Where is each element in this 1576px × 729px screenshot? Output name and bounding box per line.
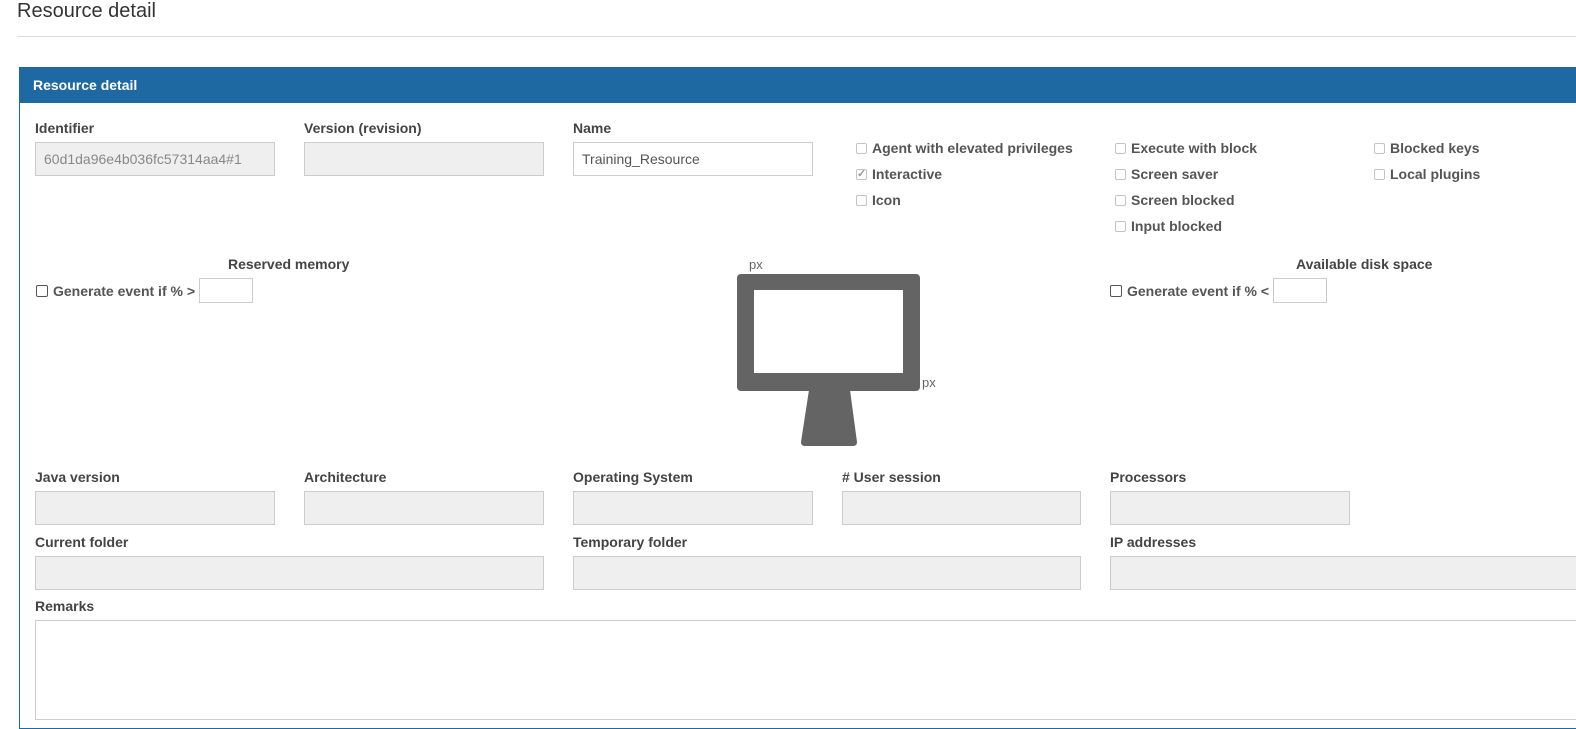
page-title: Resource detail (17, 0, 156, 22)
user-session-label: # User session (842, 469, 941, 485)
temporary-folder-field[interactable] (573, 556, 1081, 590)
checkbox-input-blocked[interactable]: Input blocked (1115, 218, 1222, 234)
remarks-label: Remarks (35, 598, 95, 614)
remarks-textarea[interactable] (35, 620, 1576, 720)
checkbox-agent-elevated[interactable]: Agent with elevated privileges (856, 140, 1073, 156)
checkbox-box[interactable] (1110, 284, 1122, 297)
checkbox-screen-saver[interactable]: Screen saver (1115, 166, 1218, 182)
screen-height-unit: px (922, 375, 936, 390)
identifier-field[interactable]: 60d1da96e4b036fc57314aa4#1 (35, 142, 275, 176)
checkbox-box[interactable] (856, 194, 867, 206)
panel-header: Resource detail (20, 68, 1576, 103)
checkbox-execute-with-block[interactable]: Execute with block (1115, 140, 1257, 156)
architecture-field[interactable] (304, 491, 544, 525)
reserved-memory-title: Reserved memory (228, 256, 350, 272)
checkbox-label: Execute with block (1131, 140, 1258, 156)
checkbox-blocked-keys[interactable]: Blocked keys (1374, 140, 1480, 156)
title-divider (17, 36, 1576, 37)
memory-event-label: Generate event if % > (53, 282, 196, 299)
disk-event-label: Generate event if % < (1127, 282, 1270, 299)
checkbox-icon[interactable]: Icon (856, 192, 901, 208)
current-folder-field[interactable] (35, 556, 544, 590)
checkbox-label: Local plugins (1390, 166, 1481, 182)
name-field[interactable]: Training_Resource (573, 142, 813, 176)
checkbox-box[interactable] (1115, 220, 1126, 232)
disk-threshold-input[interactable] (1273, 278, 1328, 303)
checkbox-box[interactable] (1115, 168, 1126, 180)
checkbox-box[interactable] (856, 142, 867, 154)
checkbox-label: Agent with elevated privileges (872, 140, 1073, 156)
screen-width-unit: px (749, 257, 763, 272)
checkbox-box[interactable] (1374, 142, 1385, 154)
processors-field[interactable] (1110, 491, 1350, 525)
ip-addresses-label: IP addresses (1110, 534, 1197, 550)
disk-space-title: Available disk space (1296, 256, 1433, 272)
monitor-icon (737, 274, 921, 453)
memory-threshold-input[interactable] (199, 278, 254, 303)
checkbox-label: Screen blocked (1131, 192, 1235, 208)
java-version-label: Java version (35, 469, 120, 485)
checkbox-local-plugins[interactable]: Local plugins (1374, 166, 1480, 182)
checkbox-label: Icon (872, 192, 901, 208)
processors-label: Processors (1110, 469, 1187, 485)
architecture-label: Architecture (304, 469, 387, 485)
ip-addresses-field[interactable] (1110, 556, 1576, 590)
checkbox-box[interactable] (856, 167, 867, 180)
user-session-field[interactable] (842, 491, 1081, 525)
checkbox-label: Input blocked (1131, 218, 1222, 234)
version-label: Version (revision) (304, 120, 422, 136)
current-folder-label: Current folder (35, 534, 129, 550)
checkbox-label: Interactive (872, 166, 943, 182)
version-field[interactable] (304, 142, 544, 176)
checkbox-screen-blocked[interactable]: Screen blocked (1115, 192, 1235, 208)
operating-system-label: Operating System (573, 469, 693, 485)
temporary-folder-label: Temporary folder (573, 534, 688, 550)
identifier-label: Identifier (35, 120, 95, 136)
checkbox-box[interactable] (1115, 194, 1126, 206)
checkbox-interactive[interactable]: Interactive (856, 166, 942, 182)
checkbox-box[interactable] (36, 284, 48, 297)
disk-event-checkbox[interactable]: Generate event if % < (1110, 278, 1328, 303)
checkbox-box[interactable] (1115, 142, 1126, 154)
name-label: Name (573, 120, 612, 136)
operating-system-field[interactable] (573, 491, 813, 525)
checkbox-label: Screen saver (1131, 166, 1219, 182)
memory-event-checkbox[interactable]: Generate event if % > (36, 278, 254, 303)
checkbox-box[interactable] (1374, 168, 1385, 180)
java-version-field[interactable] (35, 491, 275, 525)
checkbox-label: Blocked keys (1390, 140, 1480, 156)
